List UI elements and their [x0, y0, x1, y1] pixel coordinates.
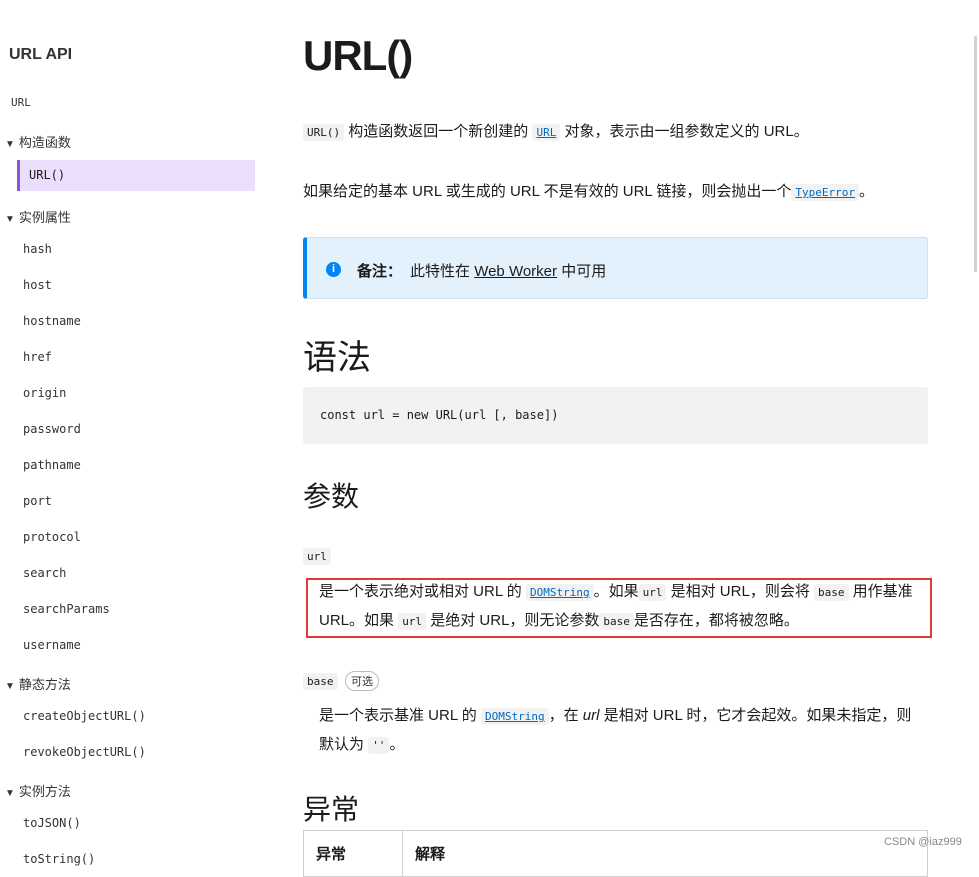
sidebar-item-createobjecturl[interactable]: createObjectURL()	[23, 708, 146, 724]
sidebar-item-url-constructor[interactable]: URL()	[17, 160, 255, 191]
triangle-down-icon: ▼	[5, 214, 15, 225]
domstring-link[interactable]: DOMString	[480, 708, 549, 725]
exceptions-heading: 异常	[303, 794, 360, 825]
sidebar-item-url[interactable]: URL	[11, 95, 31, 111]
param-base-description: 是一个表示基准 URL 的 DOMString ，在 url 是相对 URL 时，…	[319, 707, 912, 754]
sidebar-item-searchparams[interactable]: searchParams	[23, 601, 110, 617]
sidebar-nav: URL API URL ▼ 构造函数 URL() ▼ 实例属性 hash host …	[0, 0, 262, 866]
sidebar-section-instance-properties[interactable]: ▼ 实例属性	[5, 207, 71, 226]
intro-paragraph: URL() 构造函数返回一个新创建的 URL 对象，表示由一组参数定义的 URL…	[303, 121, 809, 144]
article-content: URL() URL() 构造函数返回一个新创建的 URL 对象，表示由一组参数定…	[303, 0, 933, 877]
sidebar-item-protocol[interactable]: protocol	[23, 529, 81, 545]
syntax-code: const url = new URL(url [, base])	[320, 408, 559, 422]
triangle-down-icon: ▼	[5, 788, 15, 799]
sidebar-item-hostname[interactable]: hostname	[23, 313, 81, 329]
sidebar-item-username[interactable]: username	[23, 637, 81, 653]
sidebar-item-pathname[interactable]: pathname	[23, 457, 81, 473]
triangle-down-icon: ▼	[5, 139, 15, 150]
sidebar-item-port[interactable]: port	[23, 493, 52, 509]
sidebar-item-hash[interactable]: hash	[23, 241, 52, 257]
watermark: CSDN @iaz999	[884, 836, 962, 848]
param-url-description: 是一个表示绝对或相对 URL 的 DOMString 。如果 url 是相对 URL…	[319, 583, 913, 630]
param-base-term: base	[303, 673, 338, 690]
sidebar-section-constructor[interactable]: ▼ 构造函数	[5, 132, 71, 151]
sidebar-item-revokeobjecturl[interactable]: revokeObjectURL()	[23, 744, 146, 760]
note-callout: i 备注： 此特性在 Web Worker 中可用	[303, 237, 928, 299]
table-header-exception: 异常	[303, 830, 403, 877]
typeerror-link[interactable]: TypeError	[791, 184, 859, 201]
sidebar-title[interactable]: URL API	[9, 46, 72, 64]
sidebar-section-static-methods[interactable]: ▼ 静态方法	[5, 674, 71, 693]
note-text: 备注： 此特性在 Web Worker 中可用	[357, 263, 607, 280]
scrollbar-thumb[interactable]	[974, 36, 977, 272]
sidebar-section-instance-methods[interactable]: ▼ 实例方法	[5, 781, 71, 800]
sidebar-item-password[interactable]: password	[23, 421, 81, 437]
domstring-link[interactable]: DOMString	[525, 584, 594, 601]
syntax-code-block[interactable]: const url = new URL(url [, base])	[303, 387, 928, 444]
table-header-explanation: 解释	[402, 830, 928, 877]
triangle-down-icon: ▼	[5, 681, 15, 692]
typeerror-paragraph: 如果给定的基本 URL 或生成的 URL 不是有效的 URL 链接，则会抛出一个…	[303, 183, 874, 201]
sidebar-item-host[interactable]: host	[23, 277, 52, 293]
syntax-heading: 语法	[303, 339, 371, 377]
sidebar-item-origin[interactable]: origin	[23, 385, 66, 401]
optional-badge: 可选	[345, 671, 379, 691]
sidebar-item-tostring[interactable]: toString()	[23, 851, 95, 867]
url-link[interactable]: URL	[532, 124, 561, 141]
sidebar-item-href[interactable]: href	[23, 349, 52, 365]
param-url-term: url	[303, 548, 331, 565]
parameters-heading: 参数	[303, 481, 360, 512]
inline-code: URL()	[303, 124, 345, 141]
exceptions-table: 异常 解释	[303, 830, 928, 877]
web-worker-link[interactable]: Web Worker	[474, 263, 557, 280]
sidebar-item-search[interactable]: search	[23, 565, 66, 581]
page-title: URL()	[303, 32, 413, 79]
info-icon: i	[326, 262, 341, 277]
sidebar-item-tojson[interactable]: toJSON()	[23, 815, 81, 831]
